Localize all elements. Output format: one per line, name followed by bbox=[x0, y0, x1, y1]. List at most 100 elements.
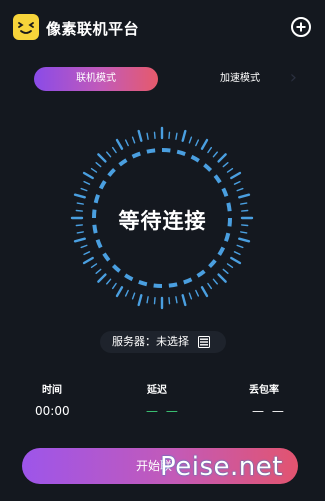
dial-dash bbox=[217, 246, 226, 256]
dial-dash bbox=[102, 252, 111, 262]
dial-tick bbox=[90, 167, 98, 173]
dial-tick bbox=[207, 146, 213, 154]
server-selector[interactable]: 服务器：未选择 bbox=[100, 331, 226, 353]
packet-loss-value: — — bbox=[252, 404, 286, 418]
dial-dash bbox=[176, 149, 186, 156]
dial-dash bbox=[190, 154, 200, 163]
dial-dash bbox=[161, 148, 171, 153]
dial-tick bbox=[240, 202, 248, 205]
dial-tick bbox=[82, 171, 94, 180]
dial-tick bbox=[236, 187, 244, 192]
dial-dash bbox=[95, 239, 103, 249]
packet-loss-label: 丢包率 bbox=[249, 385, 279, 396]
dial-tick bbox=[106, 151, 112, 158]
dial-tick bbox=[80, 244, 88, 249]
time-label: 时间 bbox=[42, 385, 62, 396]
latency-value: — — bbox=[146, 404, 180, 418]
time-value: 00:00 bbox=[35, 404, 70, 418]
dial-tick bbox=[195, 289, 200, 297]
dial-dash bbox=[153, 283, 163, 288]
smiley-face-icon bbox=[13, 14, 39, 40]
dial-tick bbox=[82, 256, 94, 265]
connection-status: 等待连接 bbox=[118, 209, 207, 233]
dial-tick bbox=[238, 237, 251, 243]
dial-dash bbox=[183, 277, 193, 285]
server-list-icon bbox=[198, 336, 210, 348]
dial-tick bbox=[97, 273, 107, 283]
dial-tick bbox=[83, 180, 91, 185]
dial-tick bbox=[233, 251, 241, 256]
app-title: 像素联机平台 bbox=[46, 20, 140, 38]
dial-dash bbox=[203, 163, 213, 172]
dial-tick bbox=[200, 286, 209, 298]
dial-tick bbox=[73, 237, 86, 243]
dial-tick bbox=[76, 202, 84, 205]
dial-tick bbox=[111, 146, 117, 154]
dial-tick bbox=[83, 251, 91, 256]
latency-label: 延迟 bbox=[147, 385, 167, 396]
dial-dash bbox=[118, 158, 128, 167]
dial-tick bbox=[181, 294, 187, 307]
dial-tick bbox=[131, 292, 136, 300]
tab-accelerate-mode[interactable]: 加速模式 bbox=[194, 67, 286, 91]
dial-tick bbox=[111, 282, 117, 290]
server-label: 服务器：未选择 bbox=[112, 335, 189, 348]
tab-online-mode[interactable]: 联机模式 bbox=[34, 67, 158, 91]
dial-tick bbox=[106, 278, 112, 285]
dial-dash bbox=[111, 264, 121, 273]
dial-dash bbox=[124, 273, 134, 282]
dial-tick bbox=[115, 138, 124, 150]
dial-dash bbox=[98, 180, 107, 190]
dial-tick bbox=[222, 162, 229, 168]
dial-tick bbox=[168, 296, 171, 305]
dial-dash bbox=[196, 269, 206, 278]
dial-tick bbox=[181, 129, 187, 142]
mode-tabs: 联机模式 加速模式 › bbox=[34, 67, 297, 91]
dial-tick bbox=[124, 289, 129, 297]
dial-tick bbox=[222, 268, 229, 274]
dial-tick bbox=[137, 294, 143, 307]
dial-dash bbox=[138, 280, 148, 287]
dial-tick bbox=[230, 171, 242, 180]
dial-dash bbox=[107, 167, 116, 177]
dial-tick bbox=[124, 139, 129, 147]
dial-tick bbox=[212, 278, 218, 285]
dial-tick bbox=[115, 286, 124, 298]
dial-dash bbox=[168, 282, 178, 288]
dial-tick bbox=[226, 167, 234, 173]
dial-tick bbox=[200, 138, 209, 150]
watermark: Peise.net bbox=[160, 452, 283, 482]
dial-tick bbox=[217, 273, 227, 283]
dial-tick bbox=[153, 131, 156, 140]
dial-tick bbox=[90, 263, 98, 269]
dial-tick bbox=[168, 131, 171, 140]
dial-dash bbox=[221, 187, 229, 197]
chevron-right-icon: › bbox=[289, 67, 297, 88]
dial-tick bbox=[131, 136, 136, 144]
dial-dash bbox=[93, 194, 100, 204]
dial-tick bbox=[188, 136, 193, 144]
app-screen: 像素联机平台 联机模式 加速模式 › 等待连接 服务器：未选择 时间 00:00… bbox=[0, 0, 325, 501]
dial-tick bbox=[80, 187, 88, 192]
dial-tick bbox=[195, 139, 200, 147]
dial-dash bbox=[131, 151, 141, 159]
dial-tick bbox=[175, 132, 178, 140]
dial-tick bbox=[95, 268, 102, 274]
dial-tick bbox=[153, 296, 156, 305]
dial-tick bbox=[207, 282, 213, 290]
dial-dash bbox=[213, 174, 222, 184]
dial-dash bbox=[146, 148, 156, 154]
dial-tick bbox=[233, 180, 241, 185]
dial-dash bbox=[208, 259, 217, 269]
dial-tick bbox=[238, 193, 251, 199]
dial-tick bbox=[97, 153, 107, 163]
dial-tick bbox=[95, 162, 102, 168]
dial-tick bbox=[188, 292, 193, 300]
add-circle-icon[interactable] bbox=[291, 17, 311, 37]
dial-tick bbox=[230, 256, 242, 265]
dial-tick bbox=[217, 153, 227, 163]
dial-tick bbox=[73, 193, 86, 199]
dial-tick bbox=[236, 244, 244, 249]
dial-tick bbox=[146, 132, 149, 140]
dial-tick bbox=[137, 129, 143, 142]
